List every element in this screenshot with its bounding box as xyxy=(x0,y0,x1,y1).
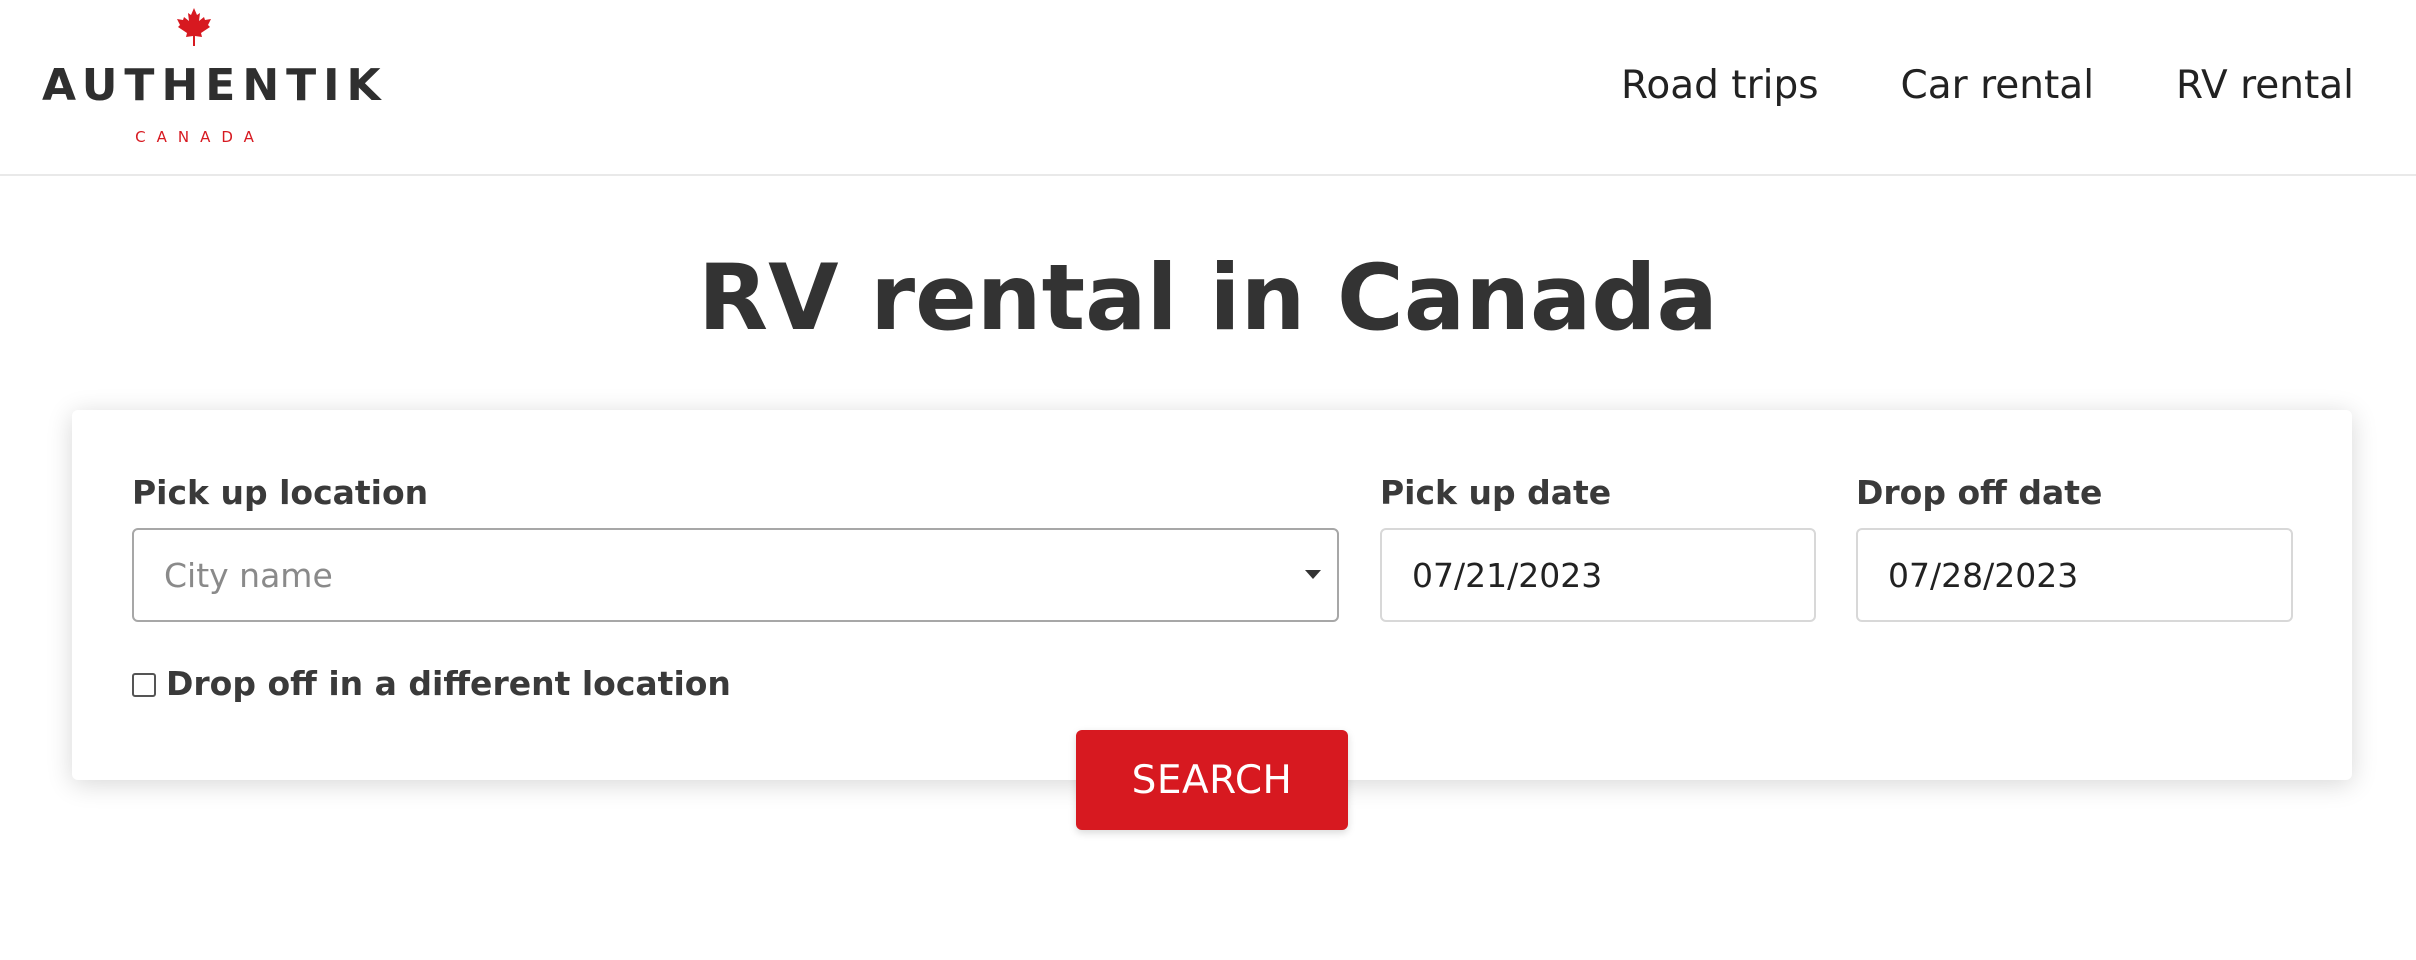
pickup-location-select[interactable]: City name xyxy=(132,528,1339,622)
page-title: RV rental in Canada xyxy=(698,246,1718,351)
brand-logo[interactable]: AUTHENTIK CANADA xyxy=(42,8,388,150)
chevron-down-icon xyxy=(1305,570,1321,579)
pickup-date-label: Pick up date xyxy=(1380,473,1612,512)
maple-leaf-icon xyxy=(177,8,211,46)
pickup-location-label: Pick up location xyxy=(132,473,429,512)
site-header: AUTHENTIK CANADA Road trips Car rental R… xyxy=(0,0,2416,176)
nav-item-road-trips[interactable]: Road trips xyxy=(1621,60,1819,112)
different-location-checkbox[interactable] xyxy=(132,673,156,697)
brand-name: AUTHENTIK xyxy=(42,60,388,111)
pickup-date-field[interactable] xyxy=(1380,528,1816,622)
search-button[interactable]: SEARCH xyxy=(1076,730,1348,830)
pickup-location-placeholder: City name xyxy=(164,556,333,595)
dropoff-date-label: Drop off date xyxy=(1856,473,2103,512)
search-card: Pick up location City name Pick up date … xyxy=(72,410,2352,780)
main-nav: Road trips Car rental RV rental xyxy=(1621,60,2354,112)
dropoff-date-field[interactable] xyxy=(1856,528,2293,622)
different-location-label[interactable]: Drop off in a different location xyxy=(166,664,731,704)
nav-item-rv-rental[interactable]: RV rental xyxy=(2176,60,2354,112)
nav-item-car-rental[interactable]: Car rental xyxy=(1901,60,2094,112)
brand-subtitle: CANADA xyxy=(135,128,265,146)
